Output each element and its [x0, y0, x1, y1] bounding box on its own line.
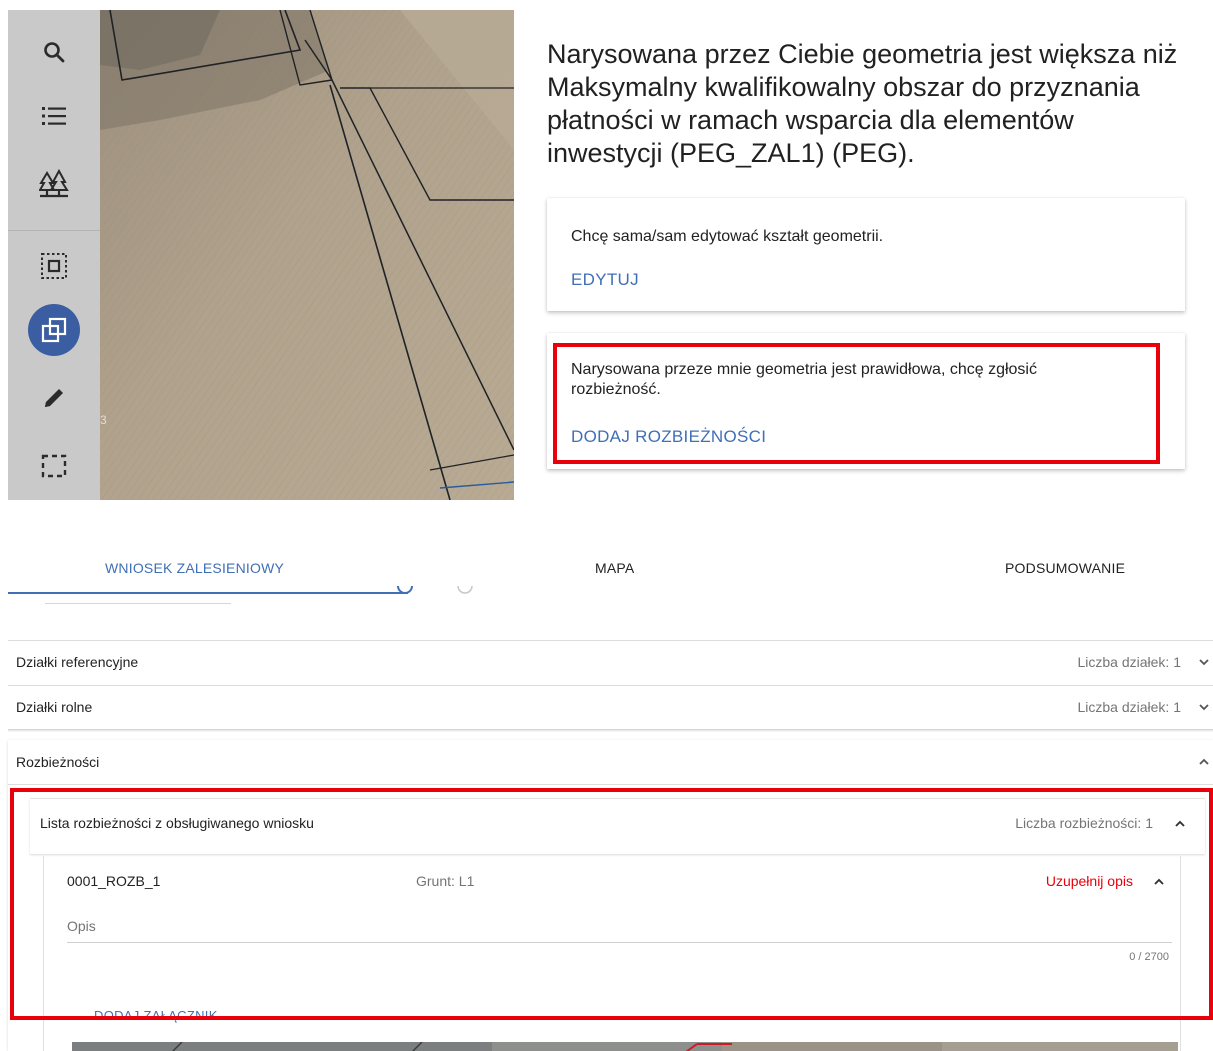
- discrepancy-item: 0001_ROZB_1 Grunt: L1 Uzupełnij opis Opi…: [43, 856, 1181, 1051]
- discrepancy-count: Liczba rozbieżności: 1: [1015, 815, 1153, 831]
- section-count: Liczba działek: 1: [1077, 654, 1181, 670]
- chevron-up-icon[interactable]: [1197, 755, 1211, 769]
- discrepancy-map-preview: [72, 1042, 1178, 1051]
- chevron-down-icon[interactable]: [1197, 655, 1211, 669]
- search-tool-button[interactable]: [8, 24, 100, 80]
- tab-mapa[interactable]: MAPA: [595, 560, 634, 576]
- section-count: Liczba działek: 1: [1077, 699, 1181, 715]
- map-toolbar: [8, 10, 100, 500]
- discrepancy-list-title: Lista rozbieżności z obsługiwanego wnios…: [40, 815, 314, 831]
- parcel-label: 3: [100, 413, 107, 427]
- character-counter: 0 / 2700: [1129, 951, 1169, 963]
- discrepancy-id: 0001_ROZB_1: [67, 873, 161, 889]
- select-area-icon: [41, 253, 67, 279]
- discrepancy-status: Uzupełnij opis: [1045, 873, 1133, 889]
- copy-geometry-button[interactable]: [8, 300, 100, 360]
- search-icon: [44, 42, 65, 63]
- report-discrepancy-card: Narysowana przeze mnie geometria jest pr…: [547, 333, 1185, 469]
- layers-list-icon: [42, 107, 66, 125]
- tab-podsumowanie[interactable]: PODSUMOWANIE: [1005, 560, 1125, 576]
- copy-geometry-icon: [41, 317, 67, 343]
- tab-wniosek-zalesieniowy[interactable]: WNIOSEK ZALESIENIOWY: [105, 560, 284, 576]
- section-dzialki-rolne[interactable]: Działki rolne Liczba działek: 1: [8, 685, 1213, 729]
- section-title[interactable]: Rozbieżności: [16, 754, 99, 770]
- description-field-label[interactable]: Opis: [67, 918, 96, 934]
- description-field[interactable]: [67, 942, 1172, 943]
- chevron-down-icon[interactable]: [1197, 700, 1211, 714]
- chevron-up-icon[interactable]: [1152, 875, 1166, 889]
- toolbar-divider: [8, 230, 100, 231]
- edit-button[interactable]: EDYTUJ: [571, 270, 639, 290]
- map-panel: 3: [8, 10, 514, 500]
- active-tool-indicator: [28, 304, 80, 356]
- form-field-underline: [45, 603, 231, 604]
- discrepancy-list-header[interactable]: Lista rozbieżności z obsługiwanego wnios…: [30, 798, 1205, 854]
- dashed-rectangle-icon: [41, 454, 67, 478]
- forest-tool-button[interactable]: [8, 156, 100, 212]
- stepper-partial: [397, 585, 473, 594]
- aerial-map[interactable]: 3: [100, 10, 514, 500]
- section-title: Działki rolne: [16, 699, 93, 715]
- edit-geometry-text: Chcę sama/sam edytować kształt geometrii…: [571, 228, 884, 245]
- section-divider: [8, 784, 1213, 785]
- add-attachment-button[interactable]: DODAJ ZAŁĄCZNIK: [94, 1008, 218, 1023]
- discrepancy-grunt: Grunt: L1: [416, 873, 475, 889]
- forest-icon: [39, 169, 69, 198]
- rectangle-tool-button[interactable]: [8, 438, 100, 494]
- section-dzialki-referencyjne[interactable]: Działki referencyjne Liczba działek: 1: [8, 640, 1213, 684]
- add-discrepancy-button[interactable]: DODAJ ROZBIEŻNOŚCI: [571, 427, 766, 447]
- section-title: Działki referencyjne: [16, 654, 139, 670]
- report-discrepancy-text: Narysowana przeze mnie geometria jest pr…: [571, 361, 1037, 398]
- pencil-icon: [45, 389, 63, 407]
- chevron-up-icon[interactable]: [1173, 817, 1187, 831]
- active-tab-underline: [8, 592, 408, 594]
- section-rozbieznosci: Rozbieżności Lista rozbieżności z obsług…: [8, 740, 1213, 1051]
- edit-geometry-card: Chcę sama/sam edytować kształt geometrii…: [547, 198, 1185, 311]
- layers-list-button[interactable]: [8, 88, 100, 144]
- section-shadow: [8, 729, 1213, 732]
- dialog-message: Narysowana przez Ciebie geometria jest w…: [547, 39, 1178, 168]
- select-area-button[interactable]: [8, 238, 100, 294]
- draw-tool-button[interactable]: [8, 370, 100, 426]
